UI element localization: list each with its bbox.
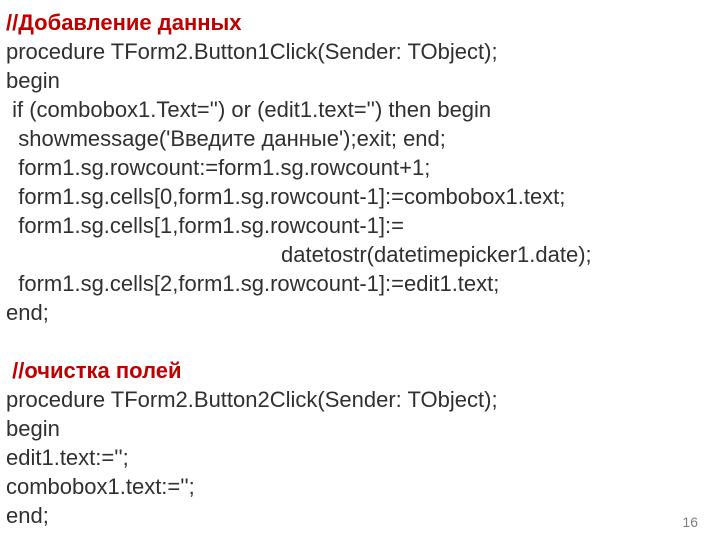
code-text: edit1.text:=''; [6, 445, 129, 470]
code-text [6, 329, 12, 354]
code-line: form1.sg.cells[1,form1.sg.rowcount-1]:= [6, 211, 714, 240]
code-line: //Добавление данных [6, 8, 714, 37]
code-text: form1.sg.cells[2,form1.sg.rowcount-1]:=e… [6, 271, 499, 296]
code-line: //очистка полей [6, 356, 714, 385]
code-text: begin [6, 416, 60, 441]
code-text: procedure TForm2.Button2Click(Sender: TO… [6, 387, 498, 412]
code-line: form1.sg.rowcount:=form1.sg.rowcount+1; [6, 153, 714, 182]
code-line: end; [6, 298, 714, 327]
code-text: end; [6, 503, 49, 528]
code-text: end; [6, 300, 49, 325]
comment-text: //очистка полей [6, 358, 182, 383]
code-text: procedure TForm2.Button1Click(Sender: TO… [6, 39, 498, 64]
code-line: form1.sg.cells[0,form1.sg.rowcount-1]:=c… [6, 182, 714, 211]
code-line: begin [6, 414, 714, 443]
code-line: combobox1.text:=''; [6, 472, 714, 501]
code-text: datetostr(datetimepicker1.date); [6, 242, 592, 267]
page-number: 16 [682, 514, 698, 530]
comment-text: //Добавление данных [6, 10, 242, 35]
code-line: edit1.text:=''; [6, 443, 714, 472]
code-line: end; [6, 501, 714, 530]
code-text: form1.sg.rowcount:=form1.sg.rowcount+1; [6, 155, 430, 180]
code-line: begin [6, 66, 714, 95]
code-line: if (combobox1.Text='') or (edit1.text=''… [6, 95, 714, 124]
code-line: datetostr(datetimepicker1.date); [6, 240, 714, 269]
code-line: procedure TForm2.Button2Click(Sender: TO… [6, 385, 714, 414]
code-line [6, 327, 714, 356]
code-text: form1.sg.cells[1,form1.sg.rowcount-1]:= [6, 213, 404, 238]
code-line: procedure TForm2.Button1Click(Sender: TO… [6, 37, 714, 66]
code-text: if (combobox1.Text='') or (edit1.text=''… [6, 97, 491, 122]
code-line: showmessage('Введите данные');exit; end; [6, 124, 714, 153]
code-text: begin [6, 68, 60, 93]
code-line: form1.sg.cells[2,form1.sg.rowcount-1]:=e… [6, 269, 714, 298]
code-text: showmessage('Введите данные');exit; end; [6, 126, 446, 151]
code-text: combobox1.text:=''; [6, 474, 195, 499]
code-block: //Добавление данных procedure TForm2.Butt… [0, 0, 720, 536]
code-text: form1.sg.cells[0,form1.sg.rowcount-1]:=c… [6, 184, 565, 209]
